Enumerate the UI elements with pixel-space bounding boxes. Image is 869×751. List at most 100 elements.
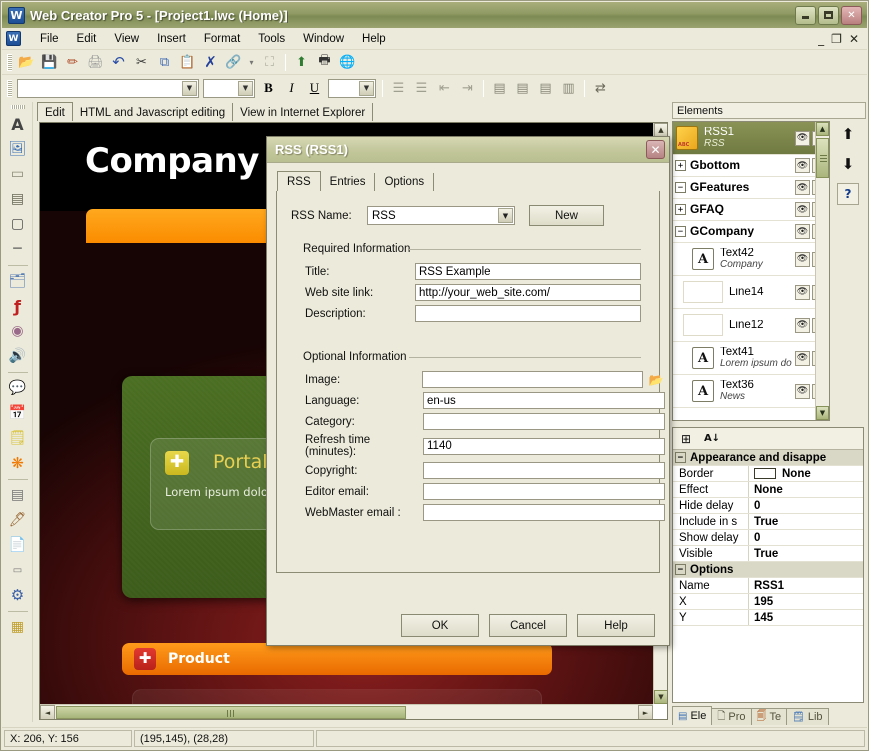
- image-field[interactable]: [422, 371, 644, 388]
- eye-icon[interactable]: 👁: [795, 317, 810, 333]
- language-field[interactable]: en-us: [423, 392, 665, 409]
- menu-view[interactable]: View: [105, 31, 148, 47]
- eye-icon[interactable]: 👁: [795, 383, 810, 399]
- property-row[interactable]: Show delay 0: [673, 530, 863, 546]
- chat-tool[interactable]: 💬: [6, 376, 30, 400]
- alphabetical-sort-icon[interactable]: A↓: [703, 430, 721, 448]
- eye-icon[interactable]: 👁: [795, 224, 810, 239]
- menu-tools[interactable]: Tools: [249, 31, 294, 47]
- undo-icon[interactable]: ↶: [108, 52, 129, 72]
- rss-name-select[interactable]: RSS ▼: [367, 206, 515, 225]
- tab-edit[interactable]: Edit: [37, 102, 73, 121]
- menu-tool[interactable]: ▤: [6, 187, 30, 211]
- align-left-icon[interactable]: ▤: [489, 78, 510, 98]
- property-row[interactable]: Name RSS1: [673, 578, 863, 594]
- toolbox-grip[interactable]: [10, 105, 25, 109]
- eye-icon[interactable]: 👁: [795, 180, 810, 195]
- align-justify-icon[interactable]: ▥: [558, 78, 579, 98]
- tab-view-in-internet-explorer[interactable]: View in Internet Explorer: [233, 103, 374, 121]
- textbox-tool[interactable]: ▭: [6, 558, 30, 582]
- italic-button[interactable]: I: [281, 78, 302, 98]
- chevron-down-icon[interactable]: ▼: [359, 80, 374, 96]
- menu-edit[interactable]: Edit: [68, 31, 106, 47]
- numbered-list-icon[interactable]: ☰: [411, 78, 432, 98]
- sound-tool[interactable]: 🔊: [6, 344, 30, 368]
- globe-preview-icon[interactable]: 🌐: [337, 52, 358, 72]
- dialog-close-button[interactable]: ✕: [646, 140, 665, 159]
- property-row[interactable]: Visible True: [673, 546, 863, 562]
- anchor-icon[interactable]: ⛶: [259, 52, 280, 72]
- property-group-header[interactable]: − Appearance and disappe: [673, 450, 863, 466]
- link-dropdown-icon[interactable]: ▾: [246, 52, 257, 72]
- property-row[interactable]: X 195: [673, 594, 863, 610]
- property-row[interactable]: Include in s True: [673, 514, 863, 530]
- property-value[interactable]: 0: [749, 530, 863, 545]
- toolbar-grip[interactable]: [7, 53, 12, 71]
- scroll-down-button[interactable]: ▼: [654, 690, 667, 704]
- align-right-icon[interactable]: ▤: [535, 78, 556, 98]
- menu-format[interactable]: Format: [195, 31, 249, 47]
- increase-indent-icon[interactable]: ⇥: [457, 78, 478, 98]
- property-value[interactable]: True: [749, 514, 863, 529]
- guestbook-tool[interactable]: 🖊: [6, 508, 30, 532]
- tree-row[interactable]: + GFAQ 👁 🔓: [673, 199, 829, 221]
- category-field[interactable]: [423, 413, 665, 430]
- note-tool[interactable]: 🗒: [6, 426, 30, 450]
- editor-email-field[interactable]: [423, 483, 665, 500]
- property-value[interactable]: None: [749, 482, 863, 497]
- image-tool[interactable]: 🖼: [6, 137, 30, 161]
- tree-row[interactable]: A Text42 Company 👁 🔓: [673, 243, 829, 276]
- color-swatch[interactable]: [754, 468, 776, 479]
- website-link-field[interactable]: http://your_web_site.com/: [414, 284, 641, 301]
- button-tool[interactable]: ▭: [6, 162, 30, 186]
- tree-scrollbar[interactable]: ▲ ▼: [815, 122, 829, 420]
- print-preview-icon[interactable]: 🖨: [85, 52, 106, 72]
- decrease-indent-icon[interactable]: ⇤: [434, 78, 455, 98]
- help-button[interactable]: ?: [837, 183, 859, 205]
- expander-icon[interactable]: −: [675, 226, 686, 237]
- menu-file[interactable]: File: [31, 31, 68, 47]
- property-value[interactable]: RSS1: [749, 578, 863, 593]
- close-button[interactable]: ✕: [841, 5, 862, 25]
- maximize-button[interactable]: [818, 5, 839, 25]
- cancel-button[interactable]: Cancel: [489, 614, 567, 637]
- eye-icon[interactable]: 👁: [795, 350, 810, 366]
- rss-tool[interactable]: ❋: [6, 451, 30, 475]
- minimize-button[interactable]: [795, 5, 816, 25]
- tree-row[interactable]: − GCompany 👁 🔓: [673, 221, 829, 243]
- tree-scroll-up-button[interactable]: ▲: [816, 122, 829, 136]
- chevron-down-icon[interactable]: ▼: [498, 208, 513, 223]
- title-field[interactable]: RSS Example: [414, 263, 641, 280]
- settings-tool[interactable]: ⚙: [6, 583, 30, 607]
- expander-icon[interactable]: −: [675, 564, 686, 575]
- eye-icon[interactable]: 👁: [795, 158, 810, 173]
- property-row[interactable]: Border None: [673, 466, 863, 482]
- scroll-right-button[interactable]: ►: [638, 705, 653, 719]
- tab-library[interactable]: 🗒 Lib: [786, 708, 829, 725]
- paste-icon[interactable]: 📋: [177, 52, 198, 72]
- dialog-tab-rss[interactable]: RSS: [277, 171, 321, 191]
- font-color-select[interactable]: ▼: [328, 78, 376, 98]
- eye-icon[interactable]: 👁: [795, 202, 810, 217]
- property-value[interactable]: True: [749, 546, 863, 561]
- move-up-button[interactable]: ⬆: [837, 123, 859, 145]
- save-icon[interactable]: 💾: [39, 52, 60, 72]
- mdi-close-button[interactable]: ✕: [849, 32, 859, 46]
- tab-elements[interactable]: ▤ Ele: [672, 706, 713, 725]
- property-group-header[interactable]: − Options: [673, 562, 863, 578]
- eye-icon[interactable]: 👁: [795, 130, 810, 146]
- tree-scroll-down-button[interactable]: ▼: [816, 406, 829, 420]
- text-tool[interactable]: A: [6, 112, 30, 136]
- webmaster-email-field[interactable]: [423, 504, 665, 521]
- tree-row[interactable]: A Text36 News 👁 🔓: [673, 375, 829, 408]
- video-tool[interactable]: ◉: [6, 319, 30, 343]
- move-down-button[interactable]: ⬇: [837, 153, 859, 175]
- open-folder-icon[interactable]: 📂: [16, 52, 37, 72]
- tree-scroll-thumb[interactable]: [816, 138, 829, 178]
- property-row[interactable]: Effect None: [673, 482, 863, 498]
- font-family-select[interactable]: ▼: [17, 78, 199, 98]
- eye-icon[interactable]: 👁: [795, 251, 810, 267]
- scroll-up-button[interactable]: ▲: [654, 123, 667, 137]
- property-value[interactable]: None: [749, 466, 863, 481]
- calendar-tool[interactable]: 📅: [6, 401, 30, 425]
